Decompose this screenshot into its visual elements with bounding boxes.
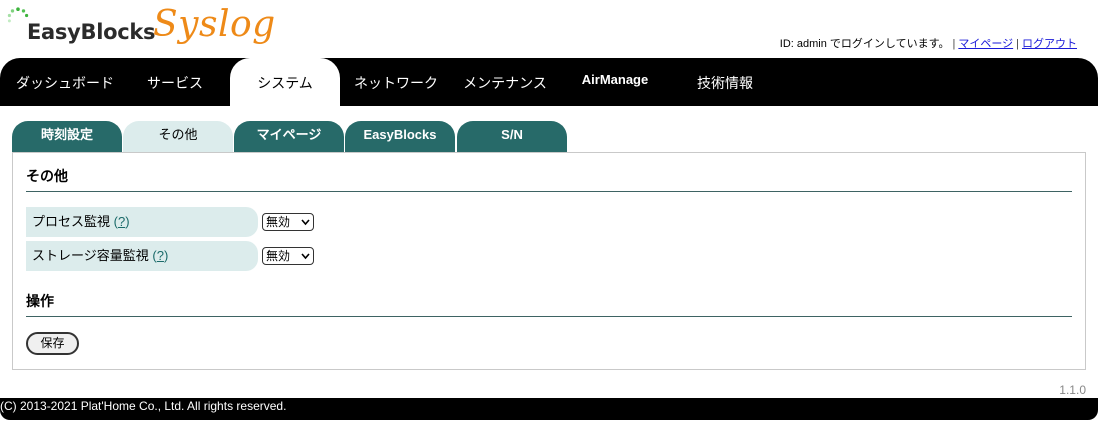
setting-label-storage-monitor: ストレージ容量監視 (?) bbox=[26, 241, 258, 271]
logo-accent-text: Syslog bbox=[153, 4, 276, 45]
nav-item-service[interactable]: サービス bbox=[130, 58, 220, 106]
separator: | bbox=[1016, 38, 1019, 50]
nav-item-dashboard[interactable]: ダッシュボード bbox=[0, 58, 130, 106]
tab-serial-number[interactable]: S/N bbox=[457, 121, 567, 153]
logo-text: EasyBlocks bbox=[27, 20, 156, 44]
logout-link[interactable]: ログアウト bbox=[1022, 38, 1077, 50]
tab-time-settings[interactable]: 時刻設定 bbox=[12, 121, 122, 153]
tab-easyblocks[interactable]: EasyBlocks bbox=[345, 121, 455, 153]
save-button[interactable]: 保存 bbox=[26, 332, 79, 355]
setting-label-text: ストレージ容量監視 bbox=[32, 248, 149, 263]
chevron-down-icon bbox=[301, 218, 310, 226]
storage-monitor-select[interactable]: 無効 bbox=[262, 247, 314, 265]
main-nav: ダッシュボード サービス システム ネットワーク メンテナンス AirManag… bbox=[0, 58, 1098, 106]
copyright-text: (C) 2013-2021 Plat'Home Co., Ltd. All ri… bbox=[0, 399, 287, 413]
nav-item-system[interactable]: システム bbox=[230, 58, 340, 106]
nav-item-tech-info[interactable]: 技術情報 bbox=[680, 58, 770, 106]
version-label: 1.1.0 bbox=[1059, 383, 1086, 397]
help-link[interactable]: (?) bbox=[114, 214, 130, 229]
nav-item-network[interactable]: ネットワーク bbox=[348, 58, 444, 106]
section-divider bbox=[26, 316, 1072, 317]
login-status-text: ID: admin でログインしています。 bbox=[779, 38, 950, 50]
section-title-operations: 操作 bbox=[26, 293, 54, 309]
separator: | bbox=[952, 38, 956, 50]
help-link-text[interactable]: ? bbox=[118, 214, 125, 229]
nav-item-airmanage[interactable]: AirManage bbox=[570, 56, 660, 104]
nav-item-maintenance[interactable]: メンテナンス bbox=[456, 58, 554, 106]
process-monitor-select[interactable]: 無効 bbox=[262, 213, 314, 231]
tab-other[interactable]: その他 bbox=[123, 121, 233, 153]
section-divider bbox=[26, 191, 1072, 192]
login-status-bar: ID: admin でログインしています。 | マイページ | ログアウト bbox=[780, 35, 1077, 51]
app-logo: EasyBlocks Syslog bbox=[6, 4, 306, 50]
setting-label-process-monitor: プロセス監視 (?) bbox=[26, 207, 258, 237]
select-value: 無効 bbox=[266, 249, 291, 263]
chevron-down-icon bbox=[301, 252, 310, 260]
section-title-other: その他 bbox=[26, 168, 68, 184]
help-link[interactable]: (?) bbox=[152, 248, 168, 263]
footer: (C) 2013-2021 Plat'Home Co., Ltd. All ri… bbox=[0, 398, 1098, 420]
mypage-link[interactable]: マイページ bbox=[958, 38, 1013, 50]
select-value: 無効 bbox=[266, 215, 291, 229]
setting-label-text: プロセス監視 bbox=[32, 214, 111, 229]
help-link-text[interactable]: ? bbox=[157, 248, 164, 263]
tab-mypage[interactable]: マイページ bbox=[234, 121, 344, 153]
